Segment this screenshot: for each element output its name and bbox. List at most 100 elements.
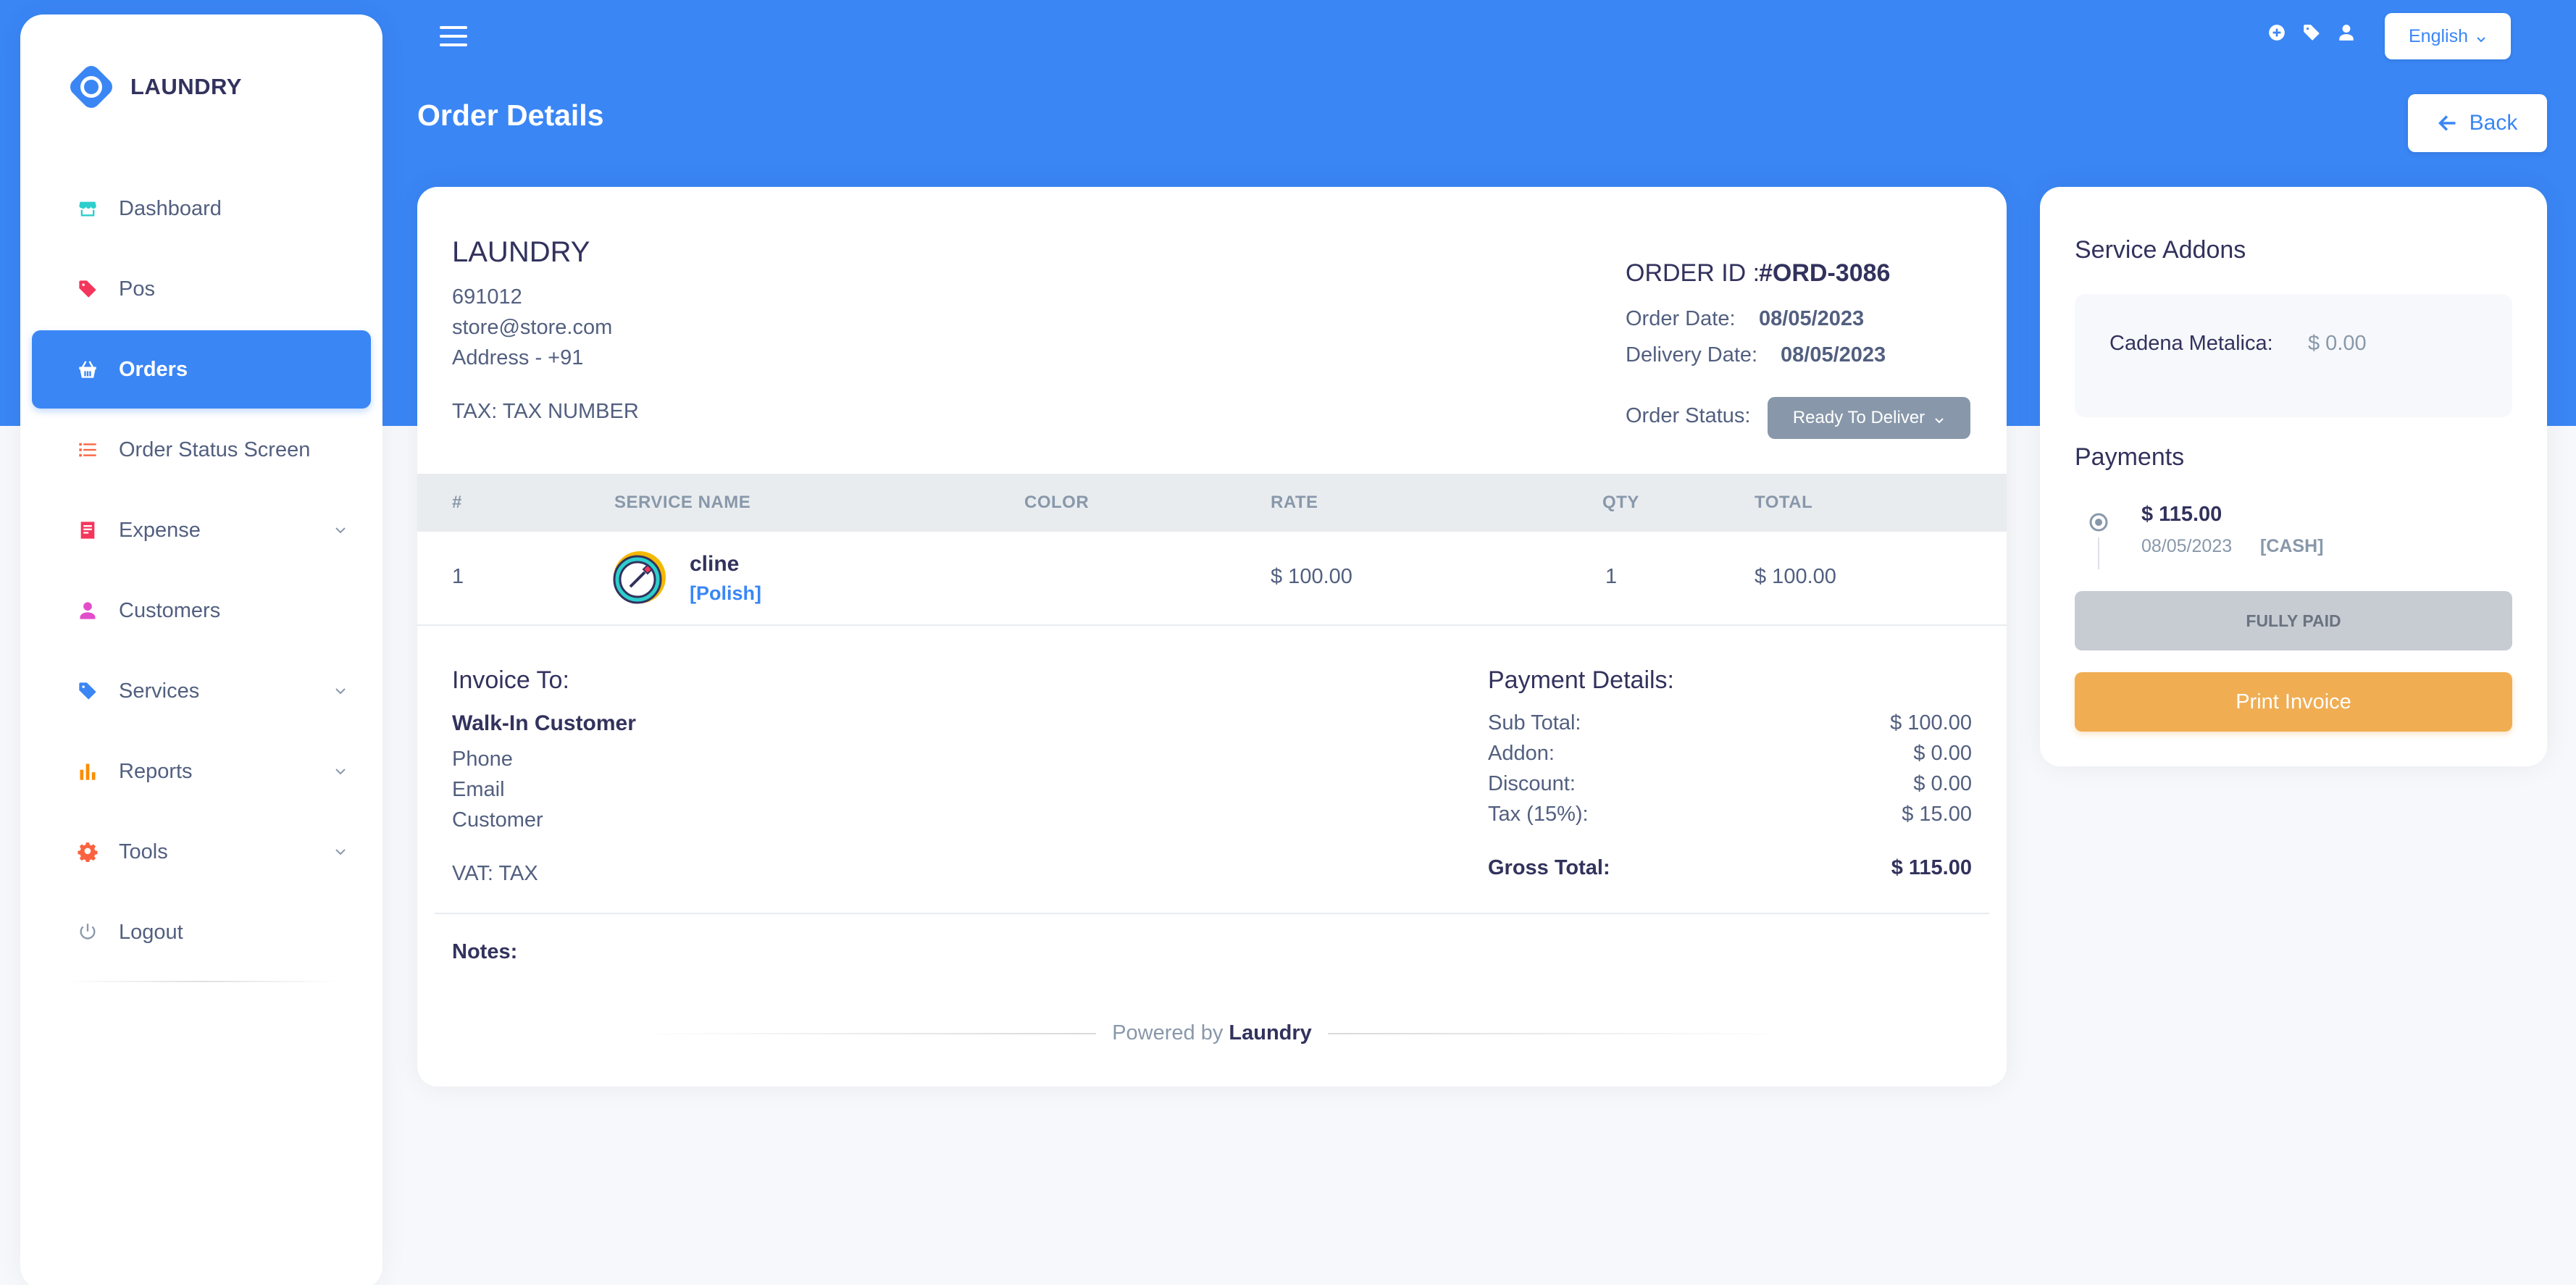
sidebar-nav: Dashboard Pos Orders Order Status Screen… [32,169,371,974]
chevron-down-icon [335,849,346,855]
user-icon[interactable] [2337,23,2356,42]
sidebar: LAUNDRY Dashboard Pos Orders Order Statu… [20,14,382,1285]
column-header-service-name: SERVICE NAME [614,493,751,512]
powered-by-brand: Laundry [1229,1021,1312,1045]
addon-label: Addon: [1488,742,1555,765]
sidebar-item-label: Reports [119,759,193,783]
fully-paid-badge: FULLY PAID [2075,591,2512,650]
tax-value: $ 15.00 [1902,803,1972,826]
tax-row: Tax (15%): $ 15.00 [1488,803,1972,826]
sidebar-item-label: Logout [119,920,183,944]
service-name: cline [690,552,740,576]
radio-dot-icon [2089,513,2108,532]
invoice-phone: Phone [452,748,513,771]
brand-name: LAUNDRY [130,74,242,99]
back-label: Back [2469,111,2518,135]
order-details-card: LAUNDRY 691012 store@store.com Address -… [417,187,2007,1087]
discount-value: $ 0.00 [1913,772,1972,795]
sidebar-divider [64,981,339,982]
sidebar-item-tools[interactable]: Tools [32,813,371,891]
sidebar-item-dashboard[interactable]: Dashboard [32,169,371,248]
store-icon [77,198,99,219]
gross-total-value: $ 115.00 [1891,856,1972,879]
language-dropdown[interactable]: English [2385,13,2511,59]
invoice-to-title: Invoice To: [452,666,569,694]
sidebar-item-pos[interactable]: Pos [32,250,371,328]
chevron-down-icon [335,688,346,695]
sidebar-item-expense[interactable]: Expense [32,491,371,569]
print-invoice-button[interactable]: Print Invoice [2075,672,2512,732]
sidebar-item-label: Services [119,679,200,703]
addon-name: Cadena Metalica: [2109,332,2273,355]
addon-item: Cadena Metalica: $ 0.00 [2075,294,2512,417]
tag-icon [77,680,99,702]
table-row: 1 cline [Polish] $ 100.00 1 $ 100.00 [417,532,2007,626]
delivery-date-label: Delivery Date: [1626,343,1758,367]
chevron-down-icon [1935,418,1944,424]
back-button[interactable]: Back [2408,94,2547,152]
sidebar-item-label: Order Status Screen [119,438,311,461]
payment-type: [CASH] [2260,536,2324,556]
addon-value: $ 0.00 [1913,742,1972,765]
delivery-date: 08/05/2023 [1781,343,1886,367]
invoice-vat: VAT: TAX [452,862,538,885]
store-phone: 691012 [452,285,522,309]
row-rate: $ 100.00 [1271,565,1352,588]
chevron-down-icon [335,769,346,775]
chevron-down-icon [335,527,346,534]
addon-price: $ 0.00 [2308,332,2367,355]
table-header: # SERVICE NAME COLOR RATE QTY TOTAL [417,474,2007,532]
order-date: 08/05/2023 [1759,307,1865,330]
plus-circle-icon[interactable] [2267,23,2286,42]
sidebar-item-logout[interactable]: Logout [32,893,371,971]
powered-by: Powered by Laundry [635,1021,1789,1045]
list-icon [77,439,99,461]
sidebar-item-label: Dashboard [119,196,222,220]
invoice-email: Email [452,778,505,801]
powered-by-prefix: Powered by [1112,1021,1224,1045]
brand[interactable]: LAUNDRY [65,61,242,113]
page-title: Order Details [417,99,604,132]
order-status-dropdown[interactable]: Ready To Deliver [1768,397,1970,439]
notes-label: Notes: [452,940,518,963]
language-label: English [2409,25,2468,46]
row-total: $ 100.00 [1755,565,1836,588]
column-header-rate: RATE [1271,493,1318,512]
gear-icon [77,841,99,863]
sidebar-item-orders[interactable]: Orders [32,330,371,409]
gross-total-row: Gross Total: $ 115.00 [1488,856,1972,880]
service-addon: [Polish] [690,582,761,604]
top-icons [2267,23,2356,42]
column-header-qty: QTY [1602,493,1639,512]
divider [435,913,1989,914]
menu-toggle-button[interactable] [440,26,467,46]
payment-date: 08/05/2023 [2141,536,2233,556]
tags-icon[interactable] [2302,23,2321,42]
sidebar-item-order-status-screen[interactable]: Order Status Screen [32,411,371,489]
store-email: store@store.com [452,316,613,339]
sidebar-item-services[interactable]: Services [32,652,371,730]
payment-details-title: Payment Details: [1488,666,1674,694]
sub-total-row: Sub Total: $ 100.00 [1488,711,1972,735]
laundry-logo-icon [70,66,112,108]
order-status-label: Order Status: [1626,404,1751,427]
timeline-line [2098,537,2099,569]
row-number: 1 [452,565,464,588]
order-id: #ORD-3086 [1759,259,1891,287]
sidebar-item-customers[interactable]: Customers [32,572,371,650]
power-icon [77,921,99,943]
tax-label: Tax (15%): [1488,803,1589,826]
sidebar-item-reports[interactable]: Reports [32,732,371,811]
order-status-value: Ready To Deliver [1792,408,1925,427]
store-address: Address - +91 [452,346,584,369]
sidebar-item-label: Pos [119,277,155,301]
sidebar-item-label: Orders [119,357,188,381]
basket-icon [77,359,99,380]
bar-chart-icon [77,761,99,782]
sidebar-item-label: Customers [119,598,221,622]
chevron-down-icon [2477,37,2485,43]
hamburger-icon [440,26,467,29]
service-addons-title: Service Addons [2075,236,2246,264]
payments-title: Payments [2075,443,2185,471]
invoice-customer-label: Customer [452,808,543,832]
